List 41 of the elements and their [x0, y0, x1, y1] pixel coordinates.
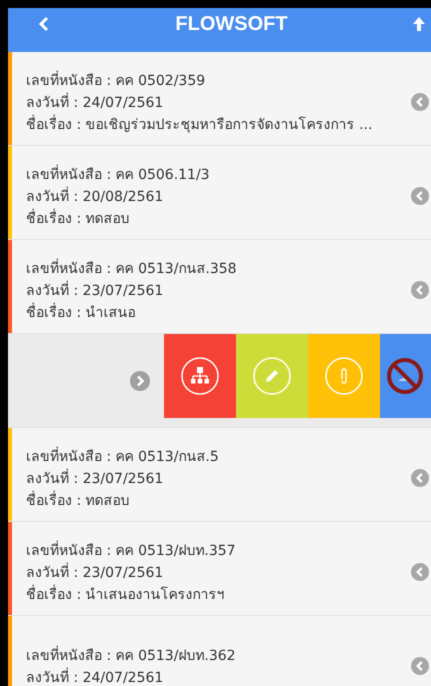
- attach-action-button[interactable]: [308, 334, 380, 418]
- document-date: ลงวันที่ : 23/07/2561: [26, 280, 164, 300]
- document-number: เลขที่หนังสือ : คค 0513/ฝบท.357: [26, 540, 237, 560]
- hierarchy-icon: [181, 357, 219, 395]
- document-date: ลงวันที่ : 20/08/2561: [26, 186, 164, 206]
- chevron-left-icon[interactable]: [411, 92, 429, 110]
- document-list-item[interactable]: เลขที่หนังสือ : คค 0506.11/3 ลงวันที่ : 20/08/2561 ชื่อเรื่อง : ทดสอบ: [8, 146, 431, 240]
- document-list-item[interactable]: เลขที่หนังสือ : คค 0513/ฝบท.362 ลงวันที่ : 24/07/2561: [8, 616, 431, 686]
- document-subject: ชื่อเรื่อง : ขอเชิญร่วมประชุมหารือการจัดงานโครงการ ...: [26, 114, 374, 135]
- chevron-left-icon[interactable]: [411, 280, 429, 298]
- document-subject: ชื่อเรื่อง : ทดสอบ: [26, 208, 131, 228]
- document-number: เลขที่หนังสือ : คค 0502/359: [26, 70, 206, 90]
- document-date: ลงวันที่ : 24/07/2561: [26, 666, 164, 686]
- edit-action-button[interactable]: [236, 334, 308, 418]
- document-number: เลขที่หนังสือ : คค 0513/กนส.358: [26, 258, 238, 278]
- pencil-icon: [253, 357, 291, 395]
- document-list-item[interactable]: เลขที่หนังสือ : คค 0513/ฝบท.357 ลงวันที่ : 23/07/2561 ชื่อเรื่อง : นำเสนองานโครงการฯ: [8, 522, 431, 616]
- chevron-left-icon[interactable]: [411, 186, 429, 204]
- document-subject: ชื่อเรื่อง : นำเสนอ: [26, 302, 137, 322]
- chevron-left-icon[interactable]: [411, 656, 429, 674]
- app-title: FLOWSOFT: [175, 12, 288, 36]
- document-list-item[interactable]: เลขที่หนังสือ : คค 0513/กนส.5 ลงวันที่ : 23/07/2561 ชื่อเรื่อง : ทดสอบ: [8, 428, 431, 522]
- document-subject: ชื่อเรื่อง : นำเสนองานโครงการฯ: [26, 584, 226, 604]
- document-list-item[interactable]: เลขที่หนังสือ : คค 0502/359 ลงวันที่ : 24/07/2561 ชื่อเรื่อง : ขอเชิญร่วมประชุมหารือการจัดงานโครงการ ...: [8, 52, 431, 146]
- document-date: ลงวันที่ : 23/07/2561: [26, 562, 164, 582]
- chevron-left-icon[interactable]: [411, 562, 429, 580]
- document-subject: ชื่อเรื่อง : ทดสอบ: [26, 490, 131, 510]
- document-number: เลขที่หนังสือ : คค 0513/ฝบท.362: [26, 644, 237, 666]
- document-number: เลขที่หนังสือ : คค 0513/กนส.5: [26, 446, 220, 466]
- blocked-action-button[interactable]: [380, 334, 431, 418]
- chevron-left-icon[interactable]: [411, 468, 429, 486]
- document-list-item[interactable]: เลขที่หนังสือ : คค 0513/กนส.358 ลงวันที่ : 23/07/2561 ชื่อเรื่อง : นำเสนอ: [8, 240, 431, 334]
- up-arrow-icon[interactable]: [412, 17, 425, 31]
- chevron-right-icon[interactable]: [130, 370, 150, 390]
- document-number: เลขที่หนังสือ : คค 0506.11/3: [26, 164, 211, 184]
- paperclip-icon: [325, 357, 363, 395]
- prohibited-icon: [386, 357, 424, 395]
- flow-action-button[interactable]: [164, 334, 236, 418]
- back-icon[interactable]: [38, 16, 50, 32]
- document-date: ลงวันที่ : 23/07/2561: [26, 468, 164, 488]
- document-date: ลงวันที่ : 24/07/2561: [26, 92, 164, 112]
